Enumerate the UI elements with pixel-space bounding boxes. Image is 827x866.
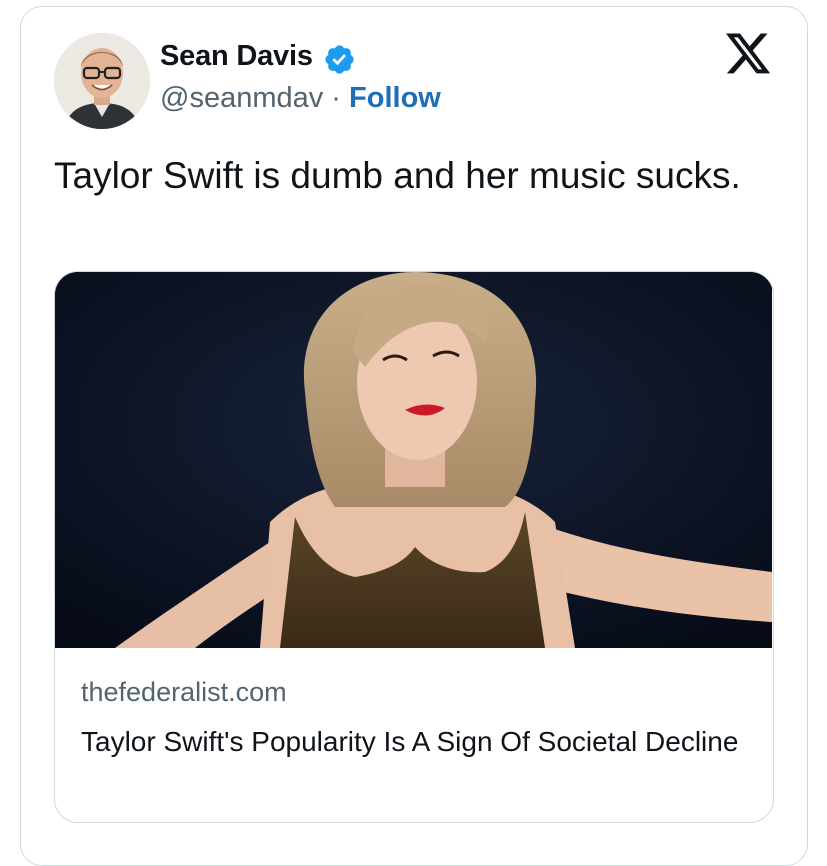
author-name[interactable]: Sean Davis: [160, 40, 313, 73]
link-domain: thefederalist.com: [81, 677, 287, 707]
x-logo-icon[interactable]: [723, 33, 773, 78]
author-handle[interactable]: @seanmdav: [160, 82, 323, 114]
link-title[interactable]: Taylor Swift's Popularity Is A Sign Of S…: [81, 722, 741, 762]
avatar-photo: [54, 33, 150, 129]
verified-badge-icon: [325, 45, 354, 74]
performer-on-stage-photo: [55, 272, 772, 648]
author-avatar[interactable]: [54, 33, 150, 129]
handle-separator: ·: [323, 82, 350, 114]
follow-button[interactable]: Follow: [349, 82, 441, 114]
link-preview-image[interactable]: [55, 272, 772, 648]
author-handle-line: @seanmdav · Follow: [160, 82, 441, 115]
link-preview-card[interactable]: thefederalist.com Taylor Swift's Popular…: [54, 271, 774, 823]
tweet-text: Taylor Swift is dumb and her music sucks…: [54, 155, 741, 196]
